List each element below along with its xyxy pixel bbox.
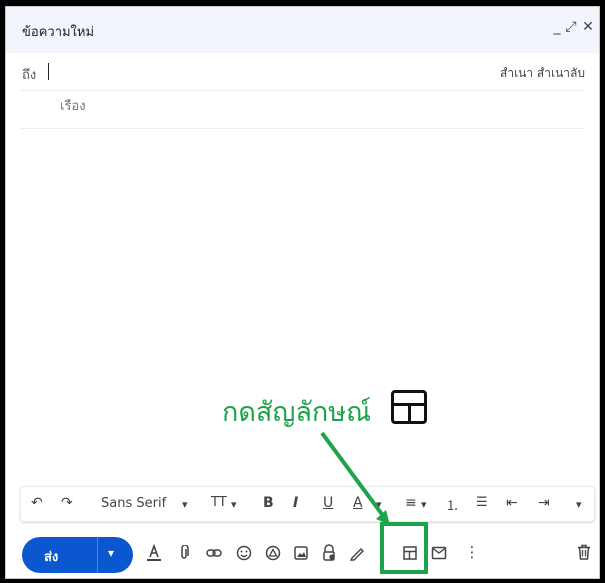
annotation-arrow (320, 431, 390, 525)
highlight-box (380, 522, 428, 574)
compose-window: ข้อความใหม่ _ ⤢ ✕ ถึง สำเนา สำเนาลับ กดส… (5, 6, 600, 579)
arrow-line (320, 431, 386, 519)
